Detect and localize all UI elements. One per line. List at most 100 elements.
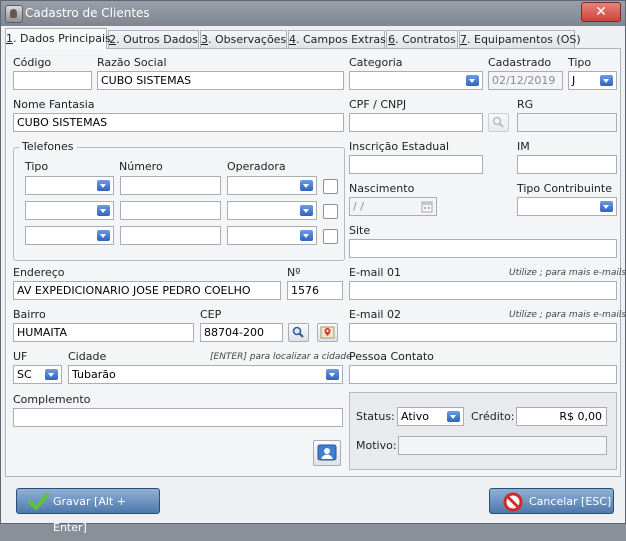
contact-card-button[interactable] [313,440,341,466]
chevron-down-icon [466,75,479,86]
cadastrado-label: Cadastrado [488,56,552,69]
telefone-checkbox[interactable] [323,179,338,194]
telefones-title: Telefones [19,140,77,153]
cancel-button[interactable]: Cancelar [ESC] [489,488,614,514]
chevron-down-icon [300,230,313,241]
categoria-select[interactable] [349,71,483,90]
cep-input[interactable]: 88704-200 [200,323,283,342]
chevron-down-icon [97,180,110,191]
chevron-down-icon [300,205,313,216]
numero-input[interactable]: 1576 [287,281,343,300]
telefone-operadora-select[interactable] [227,201,317,220]
calendar-icon [421,201,433,213]
tab-contratos[interactable]: 6. Contratos [386,30,458,48]
chevron-down-icon [97,230,110,241]
cpf-cnpj-input[interactable] [349,113,483,132]
telefone-numero-input[interactable] [120,201,221,220]
codigo-input[interactable] [13,71,92,90]
telefone-operadora-header: Operadora [227,160,286,173]
categoria-label: Categoria [349,56,403,69]
nome-fantasia-label: Nome Fantasia [13,98,95,111]
tipo-label: Tipo [568,56,592,69]
nascimento-label: Nascimento [349,182,415,195]
save-button[interactable]: Gravar [Alt + Enter] [16,488,160,534]
inscricao-estadual-label: Inscrição Estadual [349,140,450,153]
cep-search-button[interactable] [288,323,309,342]
endereco-input[interactable]: AV EXPEDICIONARIO JOSE PEDRO COELHO [13,281,281,300]
motivo-input[interactable] [398,436,607,455]
email1-label: E-mail 01 [349,266,401,279]
status-panel: Status: Ativo Crédito: R$ 0,00 Motivo: [349,392,617,470]
telefone-numero-input[interactable] [120,176,221,195]
telefone-tipo-select[interactable] [25,176,114,195]
telefone-checkbox[interactable] [323,204,338,219]
telefone-operadora-select[interactable] [227,226,317,245]
razao-social-input[interactable]: CUBO SISTEMAS [97,71,344,90]
telefone-tipo-select[interactable] [25,201,114,220]
map-pin-icon [320,326,335,339]
client-registration-window: Cadastro de Clientes ✕ 1. Dados Principa… [0,0,626,534]
telefone-operadora-select[interactable] [227,176,317,195]
site-input[interactable] [349,239,617,258]
email1-input[interactable] [349,281,617,300]
tab-campos-extras[interactable]: 4. Campos Extras [288,30,386,48]
checkmark-icon [28,493,49,510]
close-button[interactable]: ✕ [581,2,621,22]
uf-select[interactable]: SC [13,365,62,384]
tipo-select[interactable]: J [568,71,617,90]
telefone-checkbox[interactable] [323,229,338,244]
chevron-down-icon [97,205,110,216]
tipo-contribuinte-label: Tipo Contribuinte [517,182,612,195]
chevron-down-icon [300,180,313,191]
numero-label: Nº [287,266,301,279]
codigo-label: Código [13,56,52,69]
razao-social-label: Razão Social [97,56,167,69]
chevron-down-icon [45,369,58,380]
cancel-icon [503,492,523,512]
bairro-input[interactable]: HUMAITA [13,323,194,342]
map-location-button[interactable] [317,323,338,342]
cadastrado-field: 02/12/2019 [488,71,563,90]
im-label: IM [517,140,530,153]
app-icon [5,5,23,23]
pessoa-contato-label: Pessoa Contato [349,350,434,363]
telefone-tipo-header: Tipo [25,160,49,173]
tab-observacoes[interactable]: 3. Observações [200,30,287,48]
tab-equipamentos[interactable]: 7. Equipamentos (OS) [459,30,581,48]
telefone-tipo-select[interactable] [25,226,114,245]
status-select[interactable]: Ativo [397,407,464,426]
tipo-contribuinte-select[interactable] [517,197,617,216]
email2-hint: Utilize ; para mais e-mails. [509,310,626,320]
contact-card-icon [317,444,337,461]
tab-outros-dados[interactable]: 2. Outros Dados [108,30,199,48]
cidade-select[interactable]: Tubarão [68,365,343,384]
email2-label: E-mail 02 [349,308,401,321]
email1-hint: Utilize ; para mais e-mails. [509,268,626,278]
chevron-down-icon [600,75,613,86]
motivo-label: Motivo: [356,439,397,452]
inscricao-estadual-input[interactable] [349,155,483,174]
status-label: Status: [356,410,395,423]
window-title: Cadastro de Clientes [25,6,150,20]
complemento-input[interactable] [13,408,343,427]
tab-dados-principais[interactable]: 1. Dados Principais [5,28,111,49]
chevron-down-icon [326,369,339,380]
email2-input[interactable] [349,323,617,342]
nome-fantasia-input[interactable]: CUBO SISTEMAS [13,113,344,132]
search-icon [492,116,504,128]
credito-input[interactable]: R$ 0,00 [516,407,607,426]
endereco-label: Endereço [13,266,65,279]
cpf-cnpj-label: CPF / CNPJ [349,98,407,111]
cnpj-search-button[interactable] [488,113,509,132]
chevron-down-icon [447,411,460,422]
im-input[interactable] [517,155,617,174]
credito-label: Crédito: [471,410,515,423]
cep-label: CEP [200,308,222,321]
telefone-numero-input[interactable] [120,226,221,245]
title-bar: Cadastro de Clientes ✕ [1,1,625,26]
nascimento-input[interactable]: / / [349,197,437,216]
pessoa-contato-input[interactable] [349,365,617,384]
rg-input[interactable] [517,113,617,132]
cidade-hint: [ENTER] para localizar a cidade [210,352,352,362]
rg-label: RG [517,98,534,111]
